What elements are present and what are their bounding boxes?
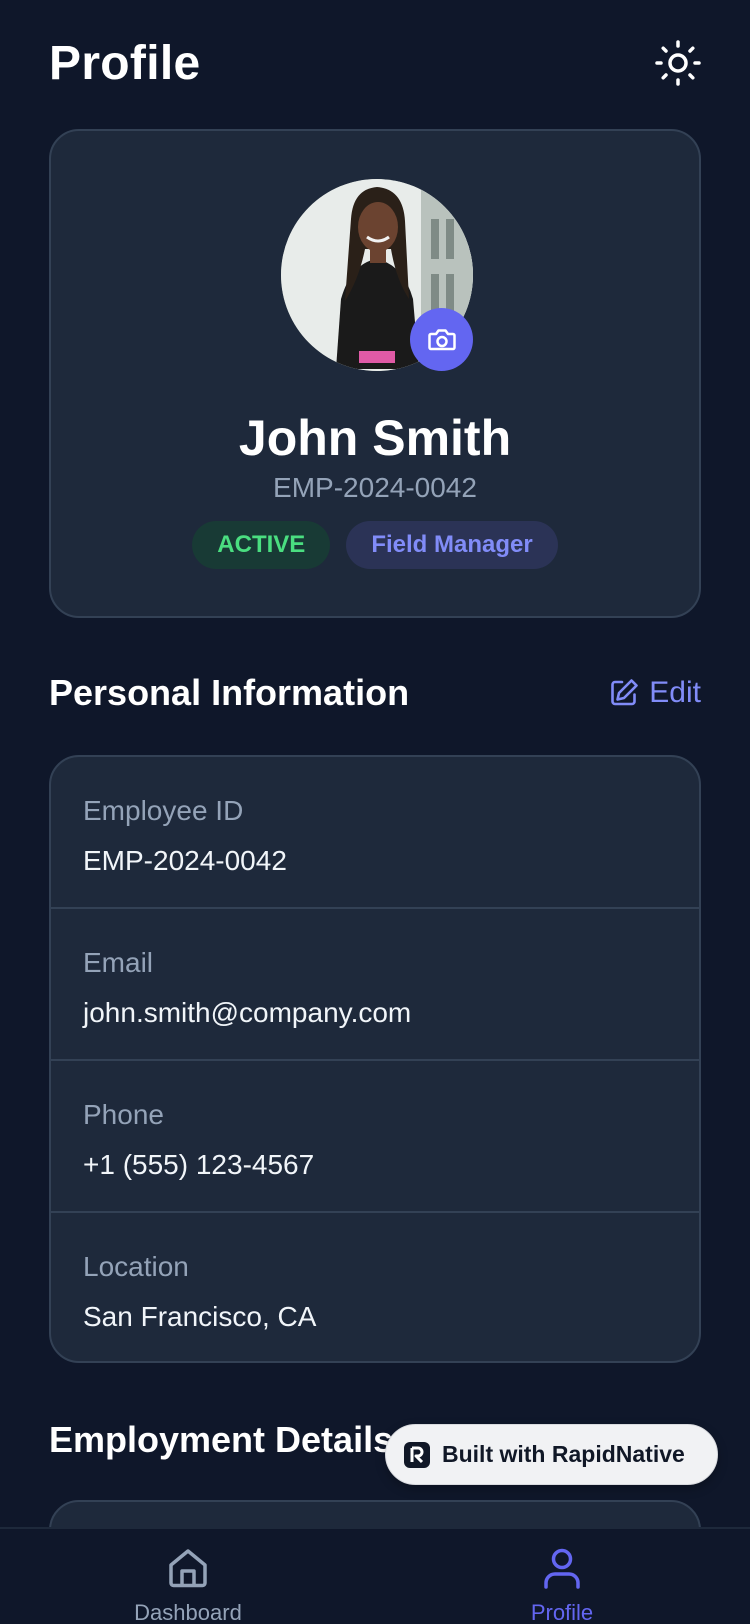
profile-card: John Smith EMP-2024-0042 ACTIVE Field Ma…	[49, 129, 701, 618]
camera-icon	[427, 328, 456, 350]
profile-name: John Smith	[238, 410, 512, 466]
info-label: Location	[83, 1251, 189, 1282]
info-row-email: Email john.smith@company.com	[51, 909, 699, 1061]
bottom-nav: Dashboard Profile	[0, 1527, 750, 1624]
edit-label: Edit	[649, 676, 701, 709]
header: Profile	[49, 30, 701, 100]
info-label: Email	[83, 947, 154, 978]
edit-icon	[611, 679, 639, 706]
personal-information-card: Employee ID EMP-2024-0042 Email john.smi…	[49, 755, 701, 1363]
change-photo-button[interactable]	[410, 308, 473, 371]
sun-icon	[655, 40, 701, 86]
info-label: Phone	[83, 1099, 164, 1130]
employment-details-heading: Employment Details	[49, 1419, 394, 1460]
built-with-label: Built with RapidNative	[442, 1441, 685, 1467]
info-row-phone: Phone +1 (555) 123-4567	[51, 1061, 699, 1213]
nav-label: Dashboard	[134, 1600, 242, 1624]
personal-information-heading: Personal Information	[49, 672, 410, 713]
nav-item-dashboard[interactable]: Dashboard	[88, 1529, 288, 1624]
built-with-badge[interactable]: Built with RapidNative	[385, 1424, 718, 1485]
profile-screen: Profile John Smith EMP-2024-0042 ACTIVE …	[0, 0, 750, 1624]
theme-toggle-button[interactable]	[655, 40, 701, 86]
badge-group: ACTIVE Field Manager	[51, 521, 699, 569]
status-badge: ACTIVE	[192, 521, 331, 569]
info-value: San Francisco, CA	[83, 1301, 317, 1332]
info-label: Employee ID	[83, 795, 244, 826]
info-value: +1 (555) 123-4567	[83, 1149, 315, 1180]
avatar-container	[281, 179, 473, 371]
info-row-location: Location San Francisco, CA	[51, 1213, 699, 1361]
nav-label: Profile	[530, 1600, 594, 1624]
info-value: john.smith@company.com	[83, 997, 412, 1028]
home-icon	[169, 1548, 207, 1587]
rapidnative-logo-icon	[404, 1441, 430, 1468]
nav-item-profile[interactable]: Profile	[462, 1529, 662, 1624]
info-value: EMP-2024-0042	[83, 845, 287, 876]
role-badge: Field Manager	[346, 521, 558, 569]
profile-employee-id: EMP-2024-0042	[273, 472, 477, 503]
page-title: Profile	[49, 37, 201, 90]
edit-button[interactable]: Edit	[609, 676, 701, 710]
info-row-employee-id: Employee ID EMP-2024-0042	[51, 757, 699, 909]
user-icon	[544, 1548, 580, 1589]
